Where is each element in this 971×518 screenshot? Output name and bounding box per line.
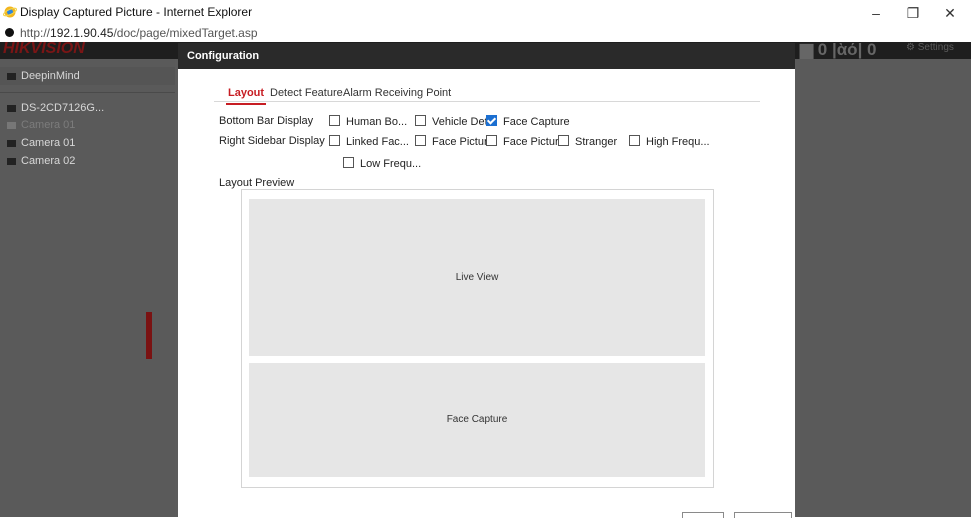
tab-detect-feature[interactable]: Detect Feature xyxy=(270,87,343,103)
bottom-bar-display-label: Bottom Bar Display xyxy=(219,115,314,127)
sidebar-collapse-handle[interactable] xyxy=(146,312,152,359)
checkbox-box[interactable] xyxy=(329,115,340,126)
restore-button[interactable]: ❐ xyxy=(895,2,931,24)
camera-icon xyxy=(7,139,16,147)
sidebar-item-camera-02[interactable]: Camera 02 xyxy=(7,155,75,167)
camera-icon xyxy=(7,104,16,112)
checkbox-box[interactable] xyxy=(629,135,640,146)
close-button[interactable]: ✕ xyxy=(932,2,968,24)
checkbox-linked-face[interactable]: Linked Fac... xyxy=(329,135,409,148)
window-titlebar: Display Captured Picture - Internet Expl… xyxy=(0,0,971,26)
checkbox-low-frequency[interactable]: Low Frequ... xyxy=(343,157,421,170)
layout-preview-frame: Live View Face Capture xyxy=(241,189,714,488)
brand-logo: HIKVISION xyxy=(3,40,85,57)
sidebar-item-camera-01[interactable]: Camera 01 xyxy=(7,137,75,149)
status-counters: ▆ 0 |ὰό| 0 xyxy=(800,40,877,59)
right-panel xyxy=(796,59,971,517)
internet-explorer-icon xyxy=(3,6,17,18)
checkbox-box[interactable] xyxy=(343,157,354,168)
dialog-header: Configuration xyxy=(178,43,795,69)
checkbox-box[interactable] xyxy=(486,135,497,146)
live-view-pane: Live View xyxy=(249,199,705,356)
address-bar[interactable]: http://192.1.90.45/doc/page/mixedTarget.… xyxy=(0,26,971,41)
checkbox-face-capture[interactable]: Face Capture xyxy=(486,115,570,128)
checkbox-high-frequency[interactable]: High Frequ... xyxy=(629,135,710,148)
checkbox-vehicle-detection[interactable]: Vehicle Det... xyxy=(415,115,497,128)
url-text[interactable]: http://192.1.90.45/doc/page/mixedTarget.… xyxy=(20,26,258,40)
checkbox-human-body[interactable]: Human Bo... xyxy=(329,115,407,128)
checkbox-face-picture-1[interactable]: Face Pictur... xyxy=(415,135,496,148)
configuration-dialog: Configuration Layout Detect Feature Alar… xyxy=(178,43,795,518)
sidebar-group[interactable]: DeepinMind xyxy=(0,67,175,85)
cancel-button[interactable] xyxy=(734,512,792,518)
checkbox-box[interactable] xyxy=(415,135,426,146)
sidebar-item-device[interactable]: DS-2CD7126G... xyxy=(7,102,104,114)
device-sidebar: DeepinMind DS-2CD7126G... Camera 01 Came… xyxy=(0,59,175,517)
checkbox-face-picture-2[interactable]: Face Pictur... xyxy=(486,135,567,148)
page-icon xyxy=(5,28,14,37)
tab-alarm-receiving-point[interactable]: Alarm Receiving Point xyxy=(343,87,451,103)
layout-preview-label: Layout Preview xyxy=(219,177,295,189)
checkbox-box[interactable] xyxy=(558,135,569,146)
camera-icon xyxy=(7,157,16,165)
sidebar-divider xyxy=(0,92,175,93)
face-capture-pane: Face Capture xyxy=(249,363,705,477)
config-tabs: Layout Detect Feature Alarm Receiving Po… xyxy=(214,87,760,105)
right-sidebar-display-label: Right Sidebar Display xyxy=(219,135,325,147)
checkbox-box[interactable] xyxy=(329,135,340,146)
checkbox-box[interactable] xyxy=(415,115,426,126)
minimize-button[interactable]: – xyxy=(858,2,894,24)
tab-layout[interactable]: Layout xyxy=(226,87,267,105)
settings-link[interactable]: ⚙ Settings xyxy=(906,42,954,53)
dialog-title: Configuration xyxy=(187,50,260,62)
camera-icon xyxy=(7,121,16,129)
window-title: Display Captured Picture - Internet Expl… xyxy=(20,5,253,19)
sidebar-item-camera-disabled[interactable]: Camera 01 xyxy=(7,119,75,131)
ok-button[interactable] xyxy=(682,512,724,518)
checkbox-stranger[interactable]: Stranger xyxy=(558,135,617,148)
checkbox-checked-icon[interactable] xyxy=(486,115,497,126)
folder-icon xyxy=(7,72,16,80)
